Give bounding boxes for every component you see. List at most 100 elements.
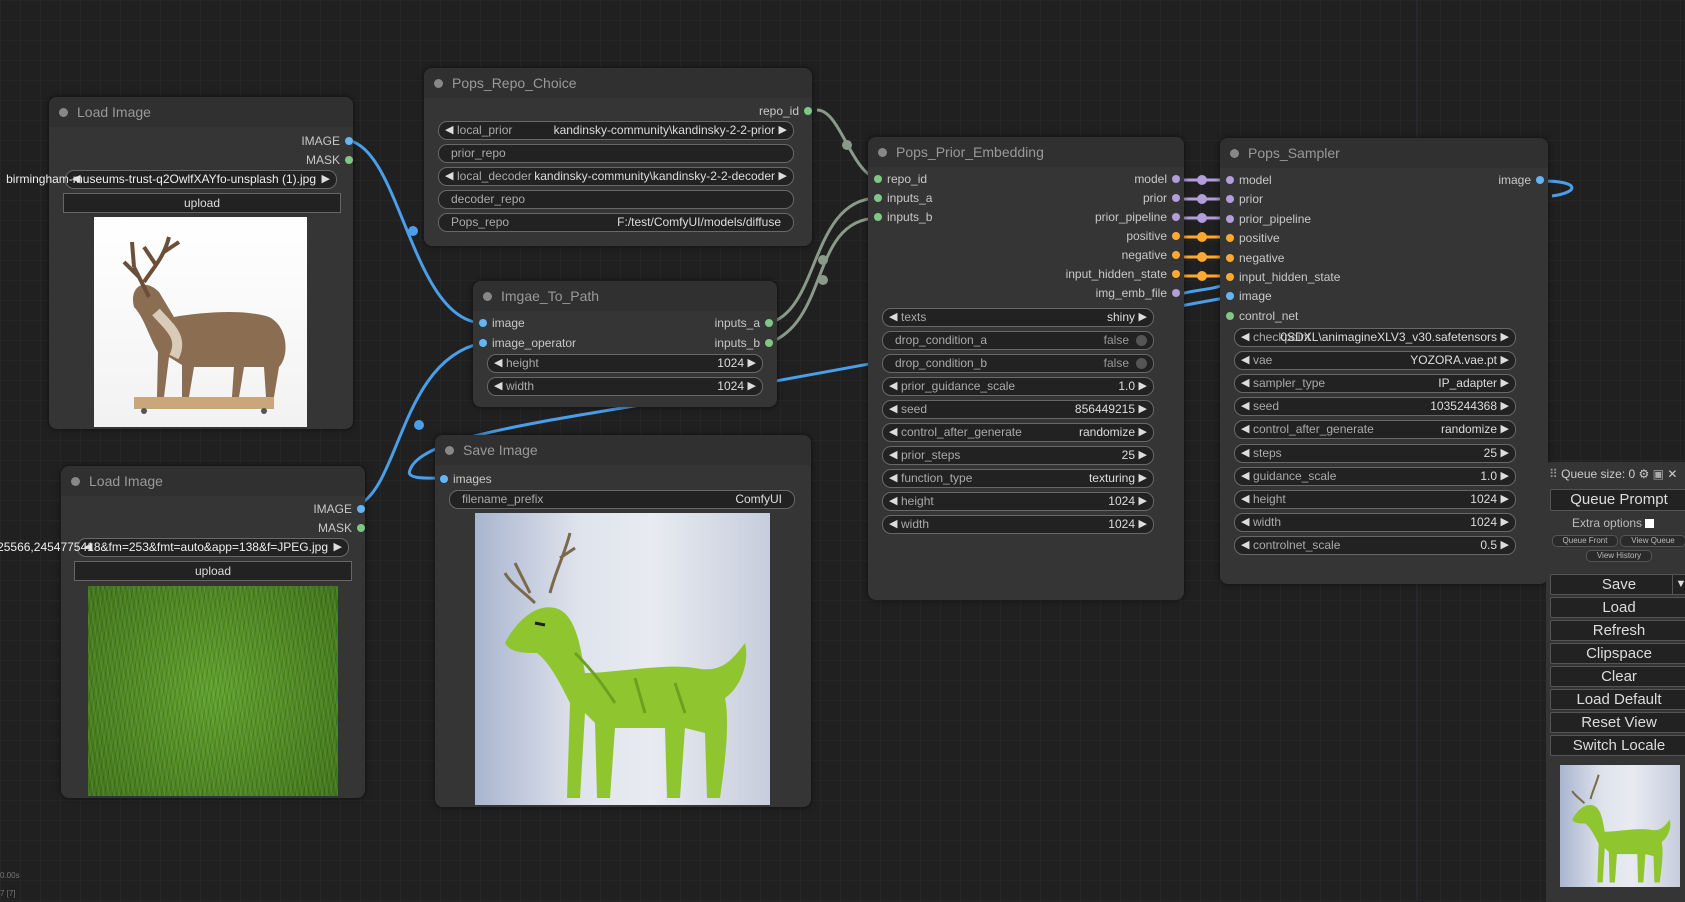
slot-dot[interactable] — [345, 137, 353, 145]
output-image[interactable]: image — [1498, 172, 1544, 188]
prior-repo-input[interactable]: prior_repo — [438, 144, 794, 163]
arrow-right-icon[interactable]: ▶ — [1501, 375, 1509, 392]
queue-front-button[interactable]: Queue Front — [1552, 535, 1618, 547]
slot-dot[interactable] — [357, 524, 365, 532]
slot-dot[interactable] — [1172, 270, 1180, 278]
slot-dot[interactable] — [1226, 176, 1234, 184]
arrow-right-icon[interactable]: ▶ — [1139, 447, 1147, 464]
controlnet-scale-widget[interactable]: ◀ controlnet_scale 0.5 ▶ — [1234, 535, 1516, 555]
output-prior[interactable]: prior — [1143, 190, 1180, 206]
control-after-generate-widget[interactable]: ◀ control_after_generate randomize ▶ — [882, 423, 1154, 442]
arrow-right-icon[interactable]: ▶ — [1501, 468, 1509, 485]
output-input-hidden-state[interactable]: input_hidden_state — [1066, 266, 1180, 282]
slot-dot[interactable] — [1226, 311, 1234, 320]
close-icon[interactable]: ✕ — [1667, 467, 1677, 481]
drop-condition-a-widget[interactable]: drop_condition_a false — [882, 331, 1154, 350]
collapse-dot[interactable] — [1230, 149, 1239, 158]
arrow-left-icon[interactable]: ◀ — [1241, 352, 1249, 369]
arrow-left-icon[interactable]: ◀ — [1241, 329, 1249, 346]
arrow-left-icon[interactable]: ◀ — [1241, 375, 1249, 392]
input-negative[interactable]: negative — [1226, 250, 1284, 266]
arrow-left-icon[interactable]: ◀ — [445, 122, 453, 139]
arrow-right-icon[interactable]: ▶ — [1139, 309, 1147, 326]
arrow-right-icon[interactable]: ▶ — [748, 378, 756, 395]
slot-dot[interactable] — [804, 107, 812, 115]
arrow-right-icon[interactable]: ▶ — [748, 355, 756, 372]
load-image-node-1[interactable]: Load Image IMAGE MASK ◀ birmingham-museu… — [6, 97, 353, 429]
slot-dot[interactable] — [765, 339, 773, 347]
input-control-net[interactable]: control_net — [1226, 308, 1298, 324]
clear-button[interactable]: Clear — [1550, 666, 1685, 687]
refresh-button[interactable]: Refresh — [1550, 620, 1685, 641]
input-positive[interactable]: positive — [1226, 230, 1280, 246]
output-model[interactable]: model — [1134, 171, 1180, 187]
drag-handle-icon[interactable]: ⠿ — [1549, 467, 1558, 481]
slot-dot[interactable] — [1226, 214, 1234, 223]
arrow-left-icon[interactable]: ◀ — [494, 355, 502, 372]
arrow-left-icon[interactable]: ◀ — [1241, 398, 1249, 415]
toggle-knob[interactable] — [1136, 358, 1147, 369]
view-queue-button[interactable]: View Queue — [1620, 535, 1685, 547]
slot-dot[interactable] — [1226, 234, 1234, 243]
sampler-node[interactable]: Pops_Sampler model prior prior_pipeline pos… — [1220, 138, 1548, 584]
save-image-node[interactable]: Save Image images filename_prefix ComfyUI — [435, 435, 811, 807]
slot-dot[interactable] — [345, 156, 353, 164]
arrow-left-icon[interactable]: ◀ — [1241, 491, 1249, 508]
slot-dot[interactable] — [1172, 251, 1180, 259]
arrow-left-icon[interactable]: ◀ — [889, 470, 897, 487]
texts-widget[interactable]: ◀ texts shiny ▶ — [882, 308, 1154, 327]
arrow-left-icon[interactable]: ◀ — [889, 516, 897, 533]
output-image[interactable]: IMAGE — [301, 133, 353, 149]
arrow-right-icon[interactable]: ▶ — [1501, 491, 1509, 508]
reset-view-button[interactable]: Reset View — [1550, 712, 1685, 733]
checkpoint-widget[interactable]: ◀ checkpoint 0SDXL\animagineXLV3_v30.safet… — [1234, 328, 1516, 347]
repo-choice-node[interactable]: Pops_Repo_Choice repo_id ◀ local_prior kan… — [424, 68, 812, 246]
save-button[interactable]: Save ▼ — [1550, 574, 1685, 595]
slot-dot[interactable] — [1226, 195, 1234, 204]
arrow-right-icon[interactable]: ▶ — [1501, 421, 1509, 438]
seed-widget[interactable]: ◀ seed 856449215 ▶ — [882, 400, 1154, 419]
slot-dot[interactable] — [874, 194, 882, 202]
load-image-node-2[interactable]: Load Image IMAGE MASK ◀ 25566,2454775418… — [0, 466, 365, 798]
width-widget[interactable]: ◀ width 1024 ▶ — [487, 377, 763, 396]
control-after-generate-widget[interactable]: ◀ control_after_generate randomize ▶ — [1234, 420, 1516, 440]
input-inputs-b[interactable]: inputs_b — [874, 209, 932, 225]
arrow-right-icon[interactable]: ▶ — [1139, 378, 1147, 395]
prior-embedding-node[interactable]: Pops_Prior_Embedding repo_id inputs_a inpu… — [868, 137, 1184, 600]
input-image-operator[interactable]: image_operator — [479, 335, 576, 351]
output-repo-id[interactable]: repo_id — [759, 103, 812, 119]
arrow-right-icon[interactable]: ▶ — [1501, 445, 1509, 462]
slot-dot[interactable] — [874, 175, 882, 183]
input-repo-id[interactable]: repo_id — [874, 171, 927, 187]
collapse-dot[interactable] — [878, 148, 887, 157]
queue-thumbnail[interactable] — [1560, 765, 1680, 887]
slot-dot[interactable] — [874, 213, 882, 221]
collapse-dot[interactable] — [71, 477, 80, 486]
collapse-dot[interactable] — [434, 79, 443, 88]
local-prior-combo[interactable]: ◀ local_prior kandinsky-community\kandinsk… — [438, 121, 794, 140]
arrow-right-icon[interactable]: ▶ — [779, 122, 787, 139]
view-history-button[interactable]: View History — [1586, 550, 1652, 562]
slot-dot[interactable] — [765, 319, 773, 327]
collapse-dot[interactable] — [445, 446, 454, 455]
upload-button[interactable]: upload — [63, 193, 341, 213]
arrow-right-icon[interactable]: ▶ — [1501, 398, 1509, 415]
arrow-left-icon[interactable]: ◀ — [889, 424, 897, 441]
slot-dot[interactable] — [1172, 289, 1180, 297]
arrow-left-icon[interactable]: ◀ — [889, 401, 897, 418]
vae-widget[interactable]: ◀ vae YOZORA.vae.pt ▶ — [1234, 351, 1516, 371]
input-prior-pipeline[interactable]: prior_pipeline — [1226, 211, 1311, 227]
image-to-path-node[interactable]: Imgae_To_Path image image_operator input… — [473, 281, 777, 407]
slot-dot[interactable] — [1226, 273, 1234, 281]
prior-steps-widget[interactable]: ◀ prior_steps 25 ▶ — [882, 446, 1154, 465]
arrow-right-icon[interactable]: ▶ — [334, 539, 342, 556]
arrow-left-icon[interactable]: ◀ — [445, 168, 453, 185]
arrow-right-icon[interactable]: ▶ — [1139, 493, 1147, 510]
decoder-repo-input[interactable]: decoder_repo — [438, 190, 794, 209]
seed-widget[interactable]: ◀ seed 1035244368 ▶ — [1234, 397, 1516, 417]
history-icon[interactable]: ▣ — [1653, 467, 1664, 481]
slot-dot[interactable] — [1226, 292, 1234, 301]
arrow-right-icon[interactable]: ▶ — [1139, 424, 1147, 441]
switch-locale-button[interactable]: Switch Locale — [1550, 735, 1685, 756]
input-prior[interactable]: prior — [1226, 191, 1263, 207]
